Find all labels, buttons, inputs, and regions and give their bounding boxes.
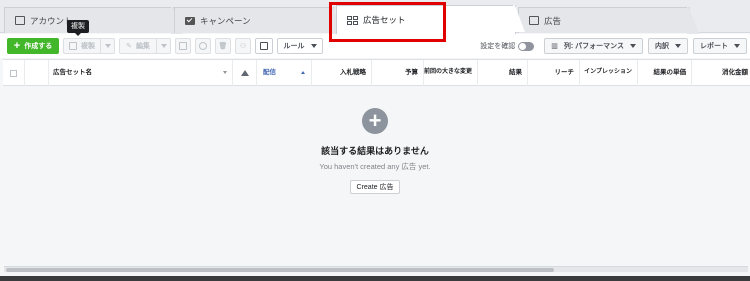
delete-button[interactable]: 🗑 bbox=[215, 38, 231, 54]
trash-icon: 🗑 bbox=[218, 43, 228, 50]
breakdown-dropdown[interactable]: 内訳 bbox=[648, 38, 688, 54]
chevron-down-icon bbox=[310, 44, 317, 48]
edit-label: 編集 bbox=[135, 43, 150, 50]
create-label: 作成する bbox=[24, 43, 53, 50]
compare-settings-toggle[interactable] bbox=[518, 41, 535, 51]
pencil-icon: ✎ bbox=[126, 43, 132, 50]
chevron-down-icon bbox=[160, 44, 167, 48]
plus-circle-icon: + bbox=[362, 108, 388, 134]
account-icon bbox=[15, 16, 25, 25]
column-label: 予算 bbox=[405, 68, 418, 76]
toggle-column bbox=[25, 60, 49, 86]
bottom-frame bbox=[0, 276, 750, 281]
tag-icon: ⚇ bbox=[239, 43, 247, 50]
column-label: 結果 bbox=[509, 68, 522, 76]
columns-label: 列: パフォーマンス bbox=[563, 43, 624, 50]
column-label: 広告セット名 bbox=[53, 68, 92, 76]
chevron-down-icon bbox=[104, 44, 111, 48]
empty-state: + 該当する結果はありません You haven't created any 広… bbox=[0, 108, 750, 194]
column-reach[interactable]: リーチ bbox=[528, 60, 580, 86]
red-highlight-box bbox=[329, 2, 446, 42]
scrollbar-thumb[interactable] bbox=[6, 268, 554, 272]
chevron-down-icon bbox=[630, 44, 636, 48]
preview-icon bbox=[260, 42, 268, 50]
column-label: リーチ bbox=[554, 68, 575, 76]
rules-dropdown[interactable]: ルール bbox=[277, 38, 323, 54]
ab-test-button[interactable] bbox=[175, 38, 191, 54]
chevron-down-icon bbox=[675, 44, 681, 48]
edit-split-button: ✎ 編集 bbox=[119, 38, 171, 54]
sort-icon bbox=[223, 71, 227, 74]
tab-campaign[interactable]: キャンペーン bbox=[174, 7, 343, 34]
select-all-cell bbox=[3, 60, 25, 86]
column-label: 結果の単価 bbox=[653, 68, 687, 76]
column-cost-per-result[interactable]: 結果の単価 bbox=[638, 60, 692, 86]
horizontal-scrollbar[interactable] bbox=[4, 266, 748, 272]
table-header: 広告セット名 配信 入札戦略 予算 前回の大きな変更 結果 リーチ インプレッシ… bbox=[3, 59, 750, 86]
columns-icon: ▥ bbox=[551, 43, 558, 50]
ab-test-icon bbox=[179, 42, 187, 50]
column-amount-spent[interactable]: 消化金額 bbox=[692, 60, 750, 86]
revert-button[interactable] bbox=[195, 38, 211, 54]
report-label: レポート bbox=[700, 43, 728, 50]
ads-manager-window: アカウント キャンペーン 広告 広告セット 複製 + 作成する 複製 ✎ 編集 … bbox=[0, 0, 750, 276]
column-bid-strategy[interactable]: 入札戦略 bbox=[312, 60, 372, 86]
campaign-icon bbox=[185, 16, 195, 25]
revert-icon bbox=[199, 42, 207, 50]
rules-label: ルール bbox=[283, 43, 305, 50]
column-label: 消化金額 bbox=[722, 68, 748, 76]
select-all-checkbox[interactable] bbox=[10, 69, 17, 77]
columns-dropdown[interactable]: ▥ 列: パフォーマンス bbox=[544, 38, 643, 54]
breakdown-label: 内訳 bbox=[655, 43, 669, 50]
duplicate-label: 複製 bbox=[81, 43, 95, 50]
sort-ascending-icon bbox=[301, 71, 305, 74]
empty-state-subtitle: You haven't created any 広告 yet. bbox=[319, 162, 431, 171]
report-dropdown[interactable]: レポート bbox=[693, 38, 747, 54]
ad-icon bbox=[529, 16, 539, 25]
duplicate-tooltip: 複製 bbox=[67, 20, 89, 36]
edit-button[interactable]: ✎ 編集 bbox=[119, 38, 157, 54]
column-last-significant-edit[interactable]: 前回の大きな変更 bbox=[424, 60, 478, 86]
create-ad-button[interactable]: Create 広告 bbox=[349, 180, 401, 194]
column-budget[interactable]: 予算 bbox=[372, 60, 424, 86]
toolbar-right: 設定を確認 ▥ 列: パフォーマンス 内訳 レポート bbox=[480, 34, 750, 58]
preview-button[interactable] bbox=[255, 38, 273, 54]
column-delivery[interactable]: 配信 bbox=[257, 60, 312, 86]
column-impressions[interactable]: インプレッション bbox=[580, 60, 638, 86]
create-button[interactable]: + 作成する bbox=[7, 38, 59, 54]
empty-state-title: 該当する結果はありません bbox=[321, 146, 429, 156]
warning-icon bbox=[240, 70, 249, 76]
duplicate-button[interactable]: 複製 bbox=[63, 38, 101, 54]
tab-ad[interactable]: 広告 bbox=[518, 7, 699, 34]
compare-settings-label: 設定を確認 bbox=[480, 43, 516, 50]
column-adset-name[interactable]: 広告セット名 bbox=[49, 60, 233, 86]
plus-icon: + bbox=[13, 39, 21, 52]
column-label: インプレッション bbox=[584, 69, 632, 76]
tab-label: キャンペーン bbox=[200, 15, 251, 26]
column-results[interactable]: 結果 bbox=[478, 60, 528, 86]
tab-label: 広告 bbox=[544, 15, 562, 26]
tab-account[interactable]: アカウント bbox=[4, 7, 183, 34]
column-label: 入札戦略 bbox=[340, 68, 366, 76]
column-issues[interactable] bbox=[233, 60, 257, 86]
duplicate-split-button: 複製 bbox=[63, 38, 115, 54]
edit-dropdown-button[interactable] bbox=[157, 38, 171, 54]
column-label: 配信 bbox=[263, 68, 276, 76]
chevron-down-icon bbox=[734, 44, 740, 48]
tag-button[interactable]: ⚇ bbox=[235, 38, 251, 54]
column-label: 前回の大きな変更 bbox=[424, 69, 473, 76]
duplicate-icon bbox=[69, 42, 77, 50]
duplicate-dropdown-button[interactable] bbox=[101, 38, 115, 54]
